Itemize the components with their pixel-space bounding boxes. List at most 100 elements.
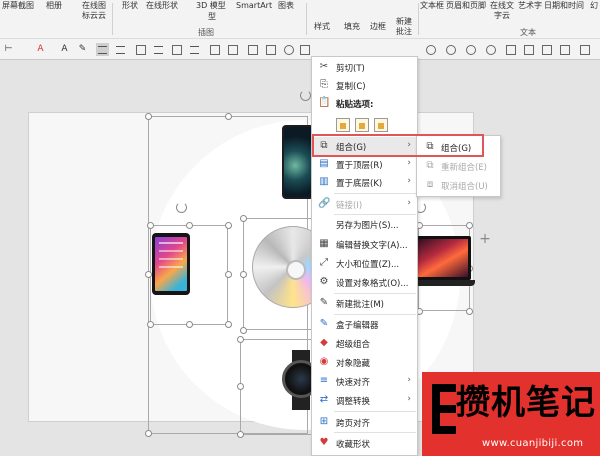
shape-tool-4-icon[interactable] (298, 43, 311, 56)
ribbon-btn-fill[interactable]: 填充 (344, 22, 360, 32)
paste-keep-source-icon[interactable] (336, 118, 350, 132)
line-spacing-icon[interactable] (188, 43, 201, 56)
ungroup-icon: ⧈ (426, 179, 434, 190)
menu-item-quick-align[interactable]: ≡ 快速对齐 › (312, 372, 417, 390)
resize-handle[interactable] (240, 271, 247, 278)
tablet-image[interactable] (152, 233, 190, 295)
resize-handle[interactable] (466, 222, 473, 229)
ribbon-btn-online-shapes[interactable]: 在线形状 (146, 1, 178, 11)
submenu-item-regroup[interactable]: ⧉ 重新组合(E) (417, 157, 500, 175)
arrange-1-icon[interactable] (504, 43, 517, 56)
submenu-item-ungroup[interactable]: ⧈ 取消组合(U) (417, 176, 500, 194)
menu-item-copy[interactable]: ⎘ 复制(C) (312, 76, 417, 94)
ribbon-btn-style[interactable]: 样式 (314, 22, 330, 32)
menu-item-cut[interactable]: ✂ 剪切(T) (312, 58, 417, 76)
add-icon[interactable]: + (478, 232, 492, 246)
ribbon-btn-textbox[interactable]: 文本框 (420, 1, 444, 11)
arrange-2-icon[interactable] (522, 43, 535, 56)
menu-item-link[interactable]: 🔗 链接(I) › (312, 195, 417, 213)
resize-handle[interactable] (240, 327, 247, 334)
merge-combine-icon[interactable] (444, 43, 457, 56)
menu-item-send-to-back[interactable]: ▥ 置于底层(K) › (312, 173, 417, 191)
menu-item-hide-object[interactable]: ◉ 对象隐藏 (312, 353, 417, 371)
ribbon-btn-wordart[interactable]: 艺术字 (518, 1, 542, 11)
font-color-button[interactable]: A (34, 43, 47, 56)
columns-icon[interactable] (208, 43, 221, 56)
resize-handle[interactable] (466, 308, 473, 315)
paste-options-row (336, 118, 393, 134)
ribbon-separator (418, 3, 419, 35)
paste-picture-icon[interactable] (355, 118, 369, 132)
merge-fragment-icon[interactable] (464, 43, 477, 56)
menu-item-format-object[interactable]: ⚙ 设置对象格式(O)... (312, 273, 417, 291)
resize-handle[interactable] (186, 321, 193, 328)
resize-handle[interactable] (225, 271, 232, 278)
watermark-logo: 攒机笔记 www.cuanjibiji.com (422, 372, 600, 456)
ribbon-btn-datetime[interactable]: 日期和时间 (544, 1, 584, 11)
menu-item-super-group[interactable]: ◆ 超级组合 (312, 334, 417, 352)
ribbon-btn-3d-model[interactable]: 3D 模型 (196, 1, 226, 11)
resize-handle[interactable] (237, 383, 244, 390)
increase-font-button[interactable]: A (58, 43, 71, 56)
resize-handle[interactable] (225, 321, 232, 328)
submenu-arrow-icon: › (407, 176, 411, 186)
resize-handle[interactable] (145, 430, 152, 437)
resize-handle[interactable] (145, 113, 152, 120)
ribbon-btn-new-comment[interactable]: 新建批注 (394, 17, 414, 37)
ribbon-btn-word-cloud[interactable]: 在线文字云 (490, 1, 514, 21)
logo-mark-icon (432, 384, 458, 434)
ribbon-btn-border[interactable]: 边框 (370, 22, 386, 32)
ribbon-btn-header-footer[interactable]: 页眉和页脚 (446, 1, 486, 11)
clear-format-icon[interactable]: ✎ (76, 43, 89, 56)
menu-item-save-as-picture[interactable]: 另存为图片(S)... (312, 215, 417, 233)
text-direction-icon[interactable] (226, 43, 239, 56)
resize-handle[interactable] (147, 222, 154, 229)
rotate-handle-icon[interactable] (300, 90, 311, 101)
ribbon-btn-shapes[interactable]: 形状 (122, 1, 138, 11)
ribbon-btn-album[interactable]: 相册 (46, 1, 62, 11)
resize-handle[interactable] (237, 431, 244, 438)
ribbon-btn-online-icons[interactable]: 在线图标云云 (82, 1, 106, 21)
resize-handle[interactable] (145, 271, 152, 278)
distribute-icon[interactable] (170, 43, 183, 56)
ribbon-btn-screenshot[interactable]: 屏幕截图 (2, 1, 34, 11)
arrange-5-icon[interactable] (578, 43, 591, 56)
ribbon-btn-clipped[interactable]: 幻 (590, 1, 598, 11)
resize-handle[interactable] (225, 222, 232, 229)
arrange-4-icon[interactable] (558, 43, 571, 56)
resize-handle[interactable] (225, 113, 232, 120)
menu-item-edit-alt-text[interactable]: ▦ 编辑替换文字(A)... (312, 235, 417, 253)
font-size-icon[interactable]: ⊢ (2, 43, 15, 56)
merge-intersect-icon[interactable] (484, 43, 497, 56)
paste-text-only-icon[interactable] (374, 118, 388, 132)
menu-item-paste-options: 📋 粘贴选项: (318, 97, 374, 110)
menu-item-box-editor[interactable]: ✎ 盒子编辑器 (312, 315, 417, 333)
phone-image[interactable] (282, 125, 314, 199)
menu-item-new-comment[interactable]: ✎ 新建批注(M) (312, 294, 417, 312)
ribbon-btn-chart[interactable]: 图表 (278, 1, 294, 11)
menu-item-cross-page-align[interactable]: ⊞ 跨页对齐 (312, 413, 417, 431)
resize-handle[interactable] (186, 222, 193, 229)
ribbon-btn-smartart[interactable]: SmartArt (236, 1, 272, 11)
clipboard-icon: 📋 (318, 97, 331, 108)
menu-item-adjust-convert[interactable]: ⇄ 调整转换 › (312, 391, 417, 409)
shape-tool-3-icon[interactable] (282, 43, 295, 56)
bring-front-icon: ▤ (319, 158, 329, 169)
ribbon-3d-sub: 型 (208, 12, 216, 21)
align-left-icon[interactable] (96, 43, 109, 56)
resize-handle[interactable] (237, 336, 244, 343)
super-group-icon: ◆ (320, 337, 328, 348)
align-center-icon[interactable] (114, 43, 127, 56)
resize-handle[interactable] (147, 321, 154, 328)
align-right-icon[interactable] (134, 43, 147, 56)
menu-item-size-position[interactable]: ⤢ 大小和位置(Z)... (312, 254, 417, 272)
menu-item-favorite-shape[interactable]: ♥ 收藏形状 (312, 434, 417, 452)
justify-icon[interactable] (152, 43, 165, 56)
shape-tool-2-icon[interactable] (264, 43, 277, 56)
merge-union-icon[interactable] (424, 43, 437, 56)
resize-handle[interactable] (240, 215, 247, 222)
shape-tool-1-icon[interactable] (246, 43, 259, 56)
rotate-handle-icon[interactable] (176, 202, 187, 213)
menu-item-bring-to-front[interactable]: ▤ 置于顶层(R) › (312, 155, 417, 173)
arrange-3-icon[interactable] (540, 43, 553, 56)
